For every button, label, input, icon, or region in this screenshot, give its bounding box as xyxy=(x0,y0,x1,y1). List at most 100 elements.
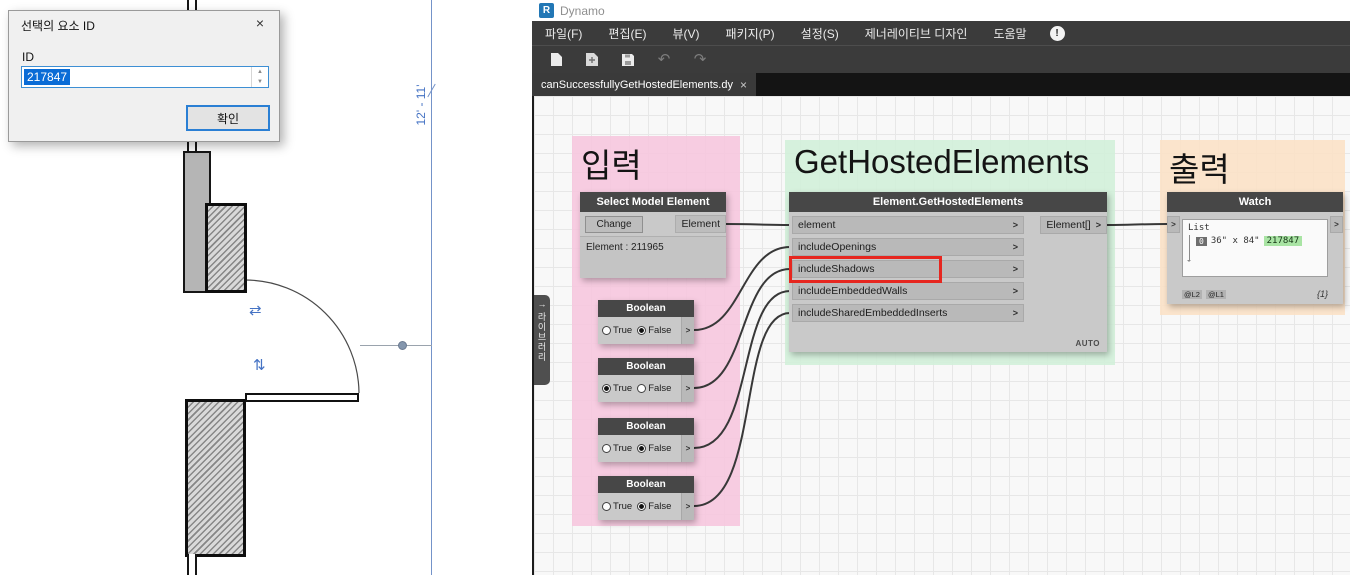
close-icon[interactable]: × xyxy=(250,15,270,31)
menu-view[interactable]: 뷰(V) xyxy=(659,21,712,45)
menu-edit[interactable]: 편집(E) xyxy=(595,21,659,45)
reference-node-dot[interactable] xyxy=(398,341,407,350)
watch-input-port[interactable]: > xyxy=(1167,216,1180,233)
output-port[interactable]: > xyxy=(681,435,694,462)
ok-button[interactable]: 확인 xyxy=(186,105,270,131)
library-label: 라이브러리 xyxy=(536,312,547,362)
radio-false[interactable] xyxy=(637,384,647,393)
group-output-title: 출력 xyxy=(1169,151,1230,188)
element-output-port[interactable]: Element xyxy=(675,215,726,233)
radio-false-label: False xyxy=(648,443,672,454)
radio-true-label: True xyxy=(613,443,633,454)
item-text: 36" x 84" xyxy=(1210,236,1260,246)
level-tag-l2[interactable]: @L2 xyxy=(1182,289,1202,299)
menu-file[interactable]: 파일(F) xyxy=(532,21,595,45)
open-icon[interactable] xyxy=(584,51,600,69)
door-flip-icon[interactable]: ⇄ xyxy=(249,303,262,318)
boolean-node-2[interactable]: Boolean True False > xyxy=(598,358,694,402)
element-id-input[interactable]: 217847 ▲ ▼ xyxy=(21,66,269,88)
output-port[interactable]: > xyxy=(681,375,694,402)
node-title: Boolean xyxy=(598,358,694,375)
menu-generative-design[interactable]: 제너레이티브 디자인 xyxy=(852,21,981,45)
list-label: List xyxy=(1188,223,1210,233)
boolean-node-1[interactable]: Boolean True False > xyxy=(598,300,694,344)
radio-false[interactable] xyxy=(637,444,647,453)
highlight-rectangle xyxy=(789,256,942,283)
port-chevron-icon: > xyxy=(1012,308,1018,318)
boolean-node-3[interactable]: Boolean True False > xyxy=(598,418,694,462)
revit-plan-view: ⇄ ⇅ 12' - 11' 선택의 요소 ID × ID 217847 ▲ ▼ … xyxy=(0,0,532,575)
watch-output-port[interactable]: > xyxy=(1330,216,1343,233)
port-label: Element[] xyxy=(1046,219,1091,231)
redo-icon[interactable]: ↷ xyxy=(692,51,708,69)
spinner: ▲ ▼ xyxy=(251,67,268,87)
list-item: 0 36" x 84" 217847 xyxy=(1196,236,1322,246)
radio-false-label: False xyxy=(648,325,672,336)
radio-true[interactable] xyxy=(602,444,611,453)
selected-text: 217847 xyxy=(24,69,71,85)
dimension-label: 12' - 11' xyxy=(414,84,428,126)
radio-true[interactable] xyxy=(602,384,611,393)
node-body: > > List 0 36" x 84" 217847 @L2 @L1 {1} xyxy=(1167,212,1343,304)
list-count: {1} xyxy=(1316,289,1328,299)
boolean-node-4[interactable]: Boolean True False > xyxy=(598,476,694,520)
tab-close-icon[interactable]: × xyxy=(740,78,747,92)
new-file-icon[interactable] xyxy=(548,51,564,69)
port-label: includeEmbeddedWalls xyxy=(798,285,908,297)
input-port-includeembeddedwalls[interactable]: includeEmbeddedWalls > xyxy=(792,282,1024,300)
selected-element-value: Element : 211965 xyxy=(580,236,726,278)
notification-icon[interactable]: ! xyxy=(1049,25,1065,41)
port-label: includeOpenings xyxy=(798,241,877,253)
input-port-element[interactable]: element > xyxy=(792,216,1024,234)
node-title: Watch xyxy=(1167,192,1343,212)
menu-packages[interactable]: 패키지(P) xyxy=(713,21,788,45)
output-port[interactable]: > xyxy=(681,493,694,520)
list-tree-connector xyxy=(1187,235,1191,262)
output-port-elements[interactable]: Element[] > xyxy=(1040,216,1107,234)
undo-icon[interactable]: ↶ xyxy=(656,51,672,69)
level-tag-l1[interactable]: @L1 xyxy=(1205,289,1226,299)
port-chevron-icon: > xyxy=(1012,264,1018,274)
radio-true-label: True xyxy=(613,325,633,336)
library-panel-tab[interactable]: → 라이브러리 xyxy=(534,295,550,385)
radio-false[interactable] xyxy=(637,502,647,511)
menu-settings[interactable]: 설정(S) xyxy=(788,21,852,45)
dynamo-titlebar: R Dynamo xyxy=(532,0,1350,21)
radio-false-label: False xyxy=(648,501,672,512)
expand-arrow-icon: → xyxy=(537,299,547,309)
workspace-tab[interactable]: canSuccessfullyGetHostedElements.dy × xyxy=(532,73,756,96)
dialog-title: 선택의 요소 ID xyxy=(21,19,95,33)
toolbar: ↶ ↷ xyxy=(532,45,1350,73)
output-port[interactable]: > xyxy=(681,317,694,344)
auto-lacing-label: AUTO xyxy=(1075,339,1100,348)
input-port-includeopenings[interactable]: includeOpenings > xyxy=(792,238,1024,256)
select-model-element-node[interactable]: Select Model Element Change Element Elem… xyxy=(580,192,726,278)
radio-true-label: True xyxy=(613,501,633,512)
index-badge: 0 xyxy=(1196,236,1207,246)
door-swing-icon[interactable]: ⇅ xyxy=(253,358,266,373)
node-canvas[interactable]: 입력 GetHostedElements 출력 Select Model Ele… xyxy=(532,96,1350,575)
radio-true[interactable] xyxy=(602,326,611,335)
radio-false[interactable] xyxy=(637,326,647,335)
group-gethostedelements-title: GetHostedElements xyxy=(794,143,1090,180)
id-label: ID xyxy=(22,50,34,64)
get-hosted-elements-node[interactable]: Element.GetHostedElements element > incl… xyxy=(789,192,1107,352)
node-title: Element.GetHostedElements xyxy=(789,192,1107,212)
radio-true-label: True xyxy=(613,383,633,394)
node-row: Change Element xyxy=(580,212,726,236)
spin-up-icon[interactable]: ▲ xyxy=(252,67,268,77)
dynamo-window: R Dynamo 파일(F) 편집(E) 뷰(V) 패키지(P) 설정(S) 제… xyxy=(532,0,1350,575)
watch-node[interactable]: Watch > > List 0 36" x 84" 217847 @L2 @L… xyxy=(1167,192,1343,304)
change-button[interactable]: Change xyxy=(585,215,643,233)
spin-down-icon[interactable]: ▼ xyxy=(252,77,268,87)
radio-true[interactable] xyxy=(602,502,611,511)
input-port-includesharedembeddedinserts[interactable]: includeSharedEmbeddedInserts > xyxy=(792,304,1024,322)
watch-footer: @L2 @L1 {1} xyxy=(1182,289,1328,299)
wall-hatched-upper xyxy=(205,203,247,293)
tab-bar: canSuccessfullyGetHostedElements.dy × xyxy=(532,73,1350,96)
tab-label: canSuccessfullyGetHostedElements.dy xyxy=(541,78,733,91)
save-icon[interactable] xyxy=(620,51,636,69)
port-chevron-icon: > xyxy=(1012,220,1018,230)
node-title: Boolean xyxy=(598,418,694,435)
menu-help[interactable]: 도움말 xyxy=(980,21,1039,45)
